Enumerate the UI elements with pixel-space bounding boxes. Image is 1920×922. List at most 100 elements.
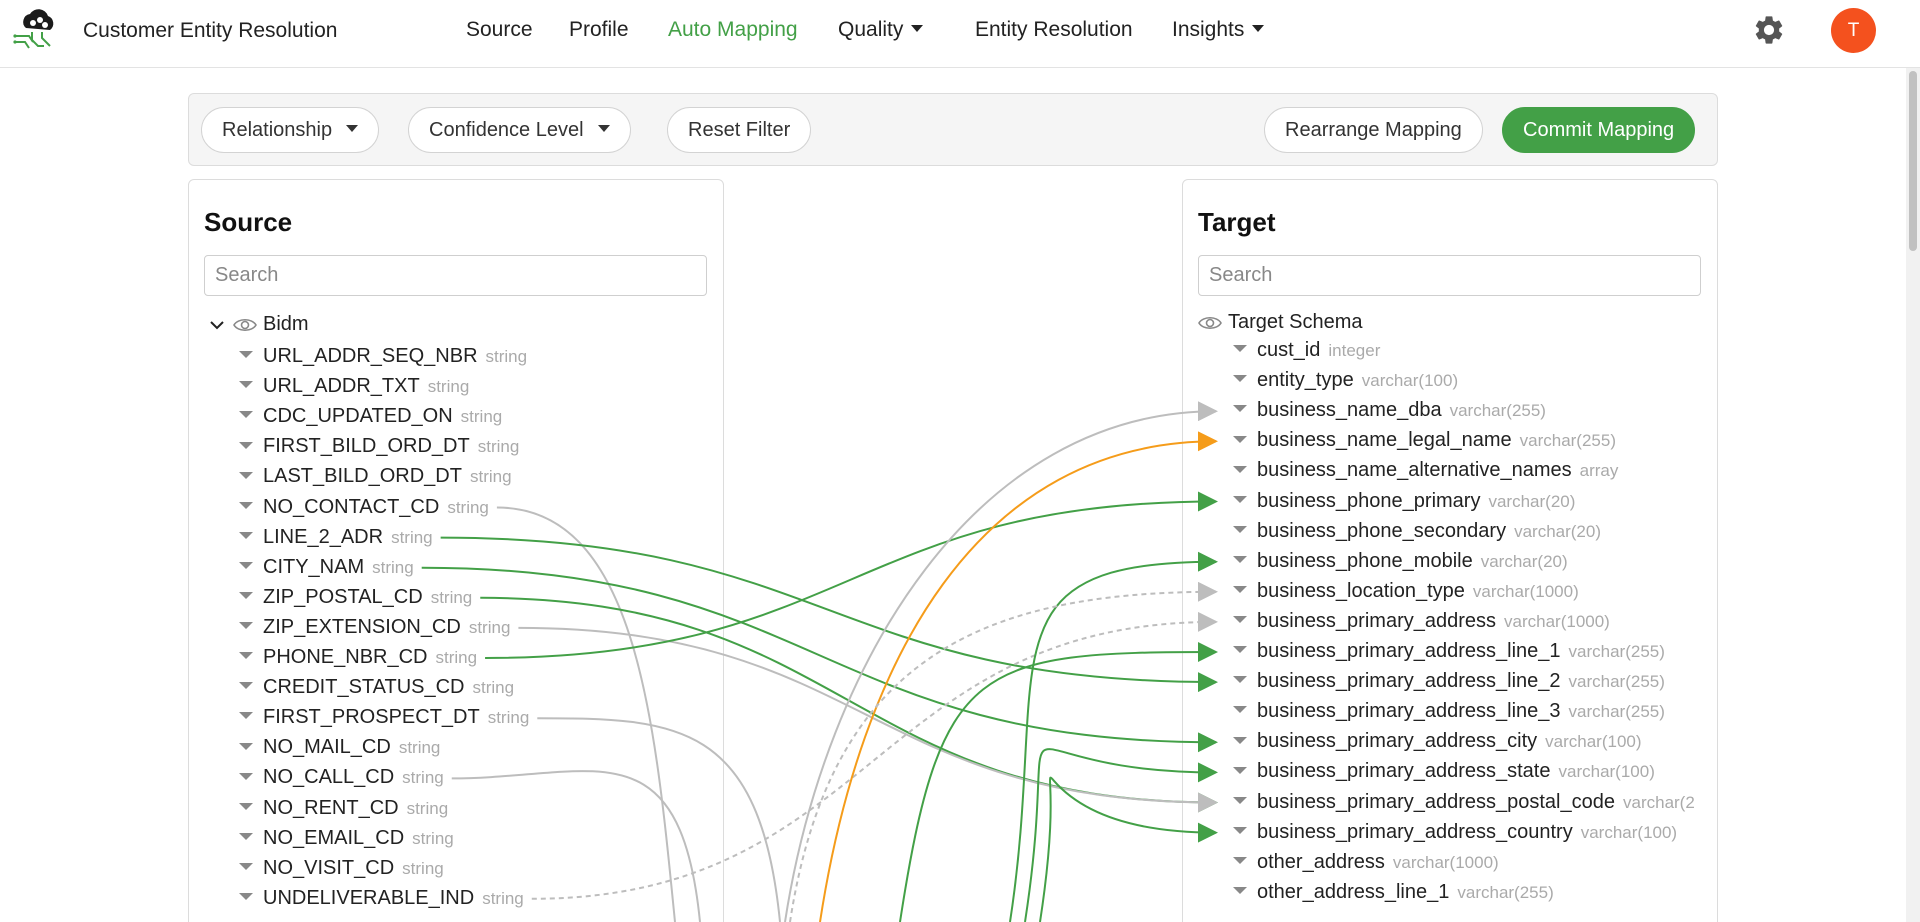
nav-auto-mapping[interactable]: Auto Mapping (668, 18, 798, 42)
caret-down-icon[interactable] (239, 893, 253, 901)
nav-insights[interactable]: Insights (1172, 18, 1265, 42)
scrollbar-thumb[interactable] (1909, 71, 1917, 251)
chevron-down-icon[interactable] (209, 319, 225, 331)
eye-icon[interactable] (1198, 315, 1222, 331)
caret-down-icon[interactable] (1233, 766, 1247, 774)
caret-down-icon[interactable] (1233, 405, 1247, 413)
target-field-row[interactable]: business_primary_address_state varchar(10… (1233, 760, 1655, 786)
caret-down-icon[interactable] (1233, 887, 1247, 895)
mapping-connector[interactable] (789, 581, 1218, 922)
source-schema-node[interactable]: Bidm (209, 313, 309, 336)
confidence-level-filter-dropdown[interactable]: Confidence Level (408, 107, 631, 153)
caret-down-icon[interactable] (239, 652, 253, 660)
relationship-filter-dropdown[interactable]: Relationship (201, 107, 380, 153)
caret-down-icon[interactable] (239, 622, 253, 630)
app-logo-icon[interactable] (12, 6, 58, 54)
source-field-row[interactable]: CITY_NAM string (239, 556, 414, 582)
target-field-row[interactable]: business_name_dba varchar(255) (1233, 399, 1546, 425)
caret-down-icon[interactable] (239, 862, 253, 870)
user-avatar[interactable]: T (1831, 8, 1876, 53)
target-schema-node[interactable]: Target Schema (1198, 311, 1363, 334)
target-field-row[interactable]: business_primary_address_postal_code varc… (1233, 791, 1695, 817)
reset-filter-button[interactable]: Reset Filter (667, 107, 812, 153)
target-field-row[interactable]: business_primary_address_line_2 varchar(2… (1233, 670, 1665, 696)
source-field-row[interactable]: URL_ADDR_SEQ_NBR string (239, 345, 527, 371)
caret-down-icon[interactable] (239, 682, 253, 690)
caret-down-icon[interactable] (239, 802, 253, 810)
caret-down-icon[interactable] (1233, 676, 1247, 684)
source-field-row[interactable]: FIRST_PROSPECT_DT string (239, 706, 529, 732)
target-field-row[interactable]: other_address_line_1 varchar(255) (1233, 881, 1554, 907)
source-field-row[interactable]: LAST_BILD_ORD_DT string (239, 465, 512, 491)
target-field-row[interactable]: business_primary_address_line_1 varchar(2… (1233, 640, 1665, 666)
source-field-row[interactable]: NO_CALL_CD string (239, 766, 444, 792)
caret-down-icon[interactable] (1233, 435, 1247, 443)
source-field-row[interactable]: NO_CONTACT_CD string (239, 496, 489, 522)
mapping-connector[interactable] (819, 431, 1218, 922)
source-field-row[interactable]: PHONE_NBR_CD string (239, 646, 477, 672)
caret-down-icon[interactable] (239, 381, 253, 389)
caret-down-icon[interactable] (1233, 856, 1247, 864)
commit-mapping-button[interactable]: Commit Mapping (1502, 107, 1696, 153)
source-field-row[interactable]: NO_RENT_CD string (239, 797, 448, 823)
target-field-row[interactable]: other_address varchar(1000) (1233, 851, 1499, 877)
caret-down-icon[interactable] (1233, 375, 1247, 383)
target-field-row[interactable]: business_primary_address varchar(1000) (1233, 610, 1610, 636)
caret-down-icon[interactable] (1233, 525, 1247, 533)
target-field-row[interactable]: business_location_type varchar(1000) (1233, 580, 1579, 606)
caret-down-icon[interactable] (1233, 555, 1247, 563)
mapping-connector[interactable] (784, 401, 1218, 922)
target-field-row[interactable]: business_phone_secondary varchar(20) (1233, 520, 1601, 546)
caret-down-icon[interactable] (239, 411, 253, 419)
caret-down-icon[interactable] (239, 561, 253, 569)
source-field-row[interactable]: UNDELIVERABLE_IND string (239, 887, 524, 913)
caret-down-icon[interactable] (239, 351, 253, 359)
rearrange-mapping-button[interactable]: Rearrange Mapping (1264, 107, 1483, 153)
nav-entity-resolution[interactable]: Entity Resolution (975, 18, 1133, 42)
caret-down-icon[interactable] (239, 772, 253, 780)
page-scrollbar[interactable] (1906, 68, 1920, 922)
target-field-row[interactable]: business_name_alternative_names array (1233, 459, 1618, 485)
caret-down-icon[interactable] (1233, 706, 1247, 714)
eye-icon[interactable] (233, 317, 257, 333)
nav-quality[interactable]: Quality (838, 18, 924, 42)
caret-down-icon[interactable] (239, 742, 253, 750)
mapping-connector[interactable] (899, 642, 1218, 922)
caret-down-icon[interactable] (239, 832, 253, 840)
source-field-row[interactable]: FIRST_BILD_ORD_DT string (239, 435, 519, 461)
target-field-row[interactable]: business_primary_address_city varchar(100… (1233, 730, 1642, 756)
caret-down-icon[interactable] (1233, 465, 1247, 473)
caret-down-icon[interactable] (1233, 345, 1247, 353)
source-field-row[interactable]: NO_EMAIL_CD string (239, 827, 454, 853)
source-field-row[interactable]: CDC_UPDATED_ON string (239, 405, 502, 431)
source-field-row[interactable]: URL_ADDR_TXT string (239, 375, 469, 401)
source-field-row[interactable]: LINE_2_ADR string (239, 526, 433, 552)
caret-down-icon[interactable] (239, 712, 253, 720)
caret-down-icon[interactable] (1233, 586, 1247, 594)
nav-profile[interactable]: Profile (569, 18, 629, 42)
caret-down-icon[interactable] (239, 471, 253, 479)
nav-source[interactable]: Source (466, 18, 533, 42)
caret-down-icon[interactable] (239, 501, 253, 509)
target-field-row[interactable]: business_name_legal_name varchar(255) (1233, 429, 1616, 455)
caret-down-icon[interactable] (1233, 826, 1247, 834)
target-field-row[interactable]: cust_id integer (1233, 339, 1380, 365)
target-field-row[interactable]: business_phone_primary varchar(20) (1233, 490, 1575, 516)
caret-down-icon[interactable] (239, 531, 253, 539)
source-field-row[interactable]: NO_VISIT_CD string (239, 857, 444, 883)
target-field-row[interactable]: business_primary_address_country varchar(… (1233, 821, 1677, 847)
caret-down-icon[interactable] (239, 441, 253, 449)
caret-down-icon[interactable] (1233, 495, 1247, 503)
source-field-row[interactable]: CREDIT_STATUS_CD string (239, 676, 514, 702)
source-field-row[interactable]: ZIP_POSTAL_CD string (239, 586, 472, 612)
target-search-input[interactable] (1198, 255, 1701, 296)
target-field-row[interactable]: entity_type varchar(100) (1233, 369, 1458, 395)
caret-down-icon[interactable] (1233, 796, 1247, 804)
caret-down-icon[interactable] (1233, 616, 1247, 624)
target-field-row[interactable]: business_primary_address_line_3 varchar(2… (1233, 700, 1665, 726)
source-search-input[interactable] (204, 255, 707, 296)
source-field-row[interactable]: ZIP_EXTENSION_CD string (239, 616, 510, 642)
gear-icon[interactable] (1752, 13, 1786, 47)
target-field-row[interactable]: business_phone_mobile varchar(20) (1233, 550, 1568, 576)
caret-down-icon[interactable] (1233, 646, 1247, 654)
